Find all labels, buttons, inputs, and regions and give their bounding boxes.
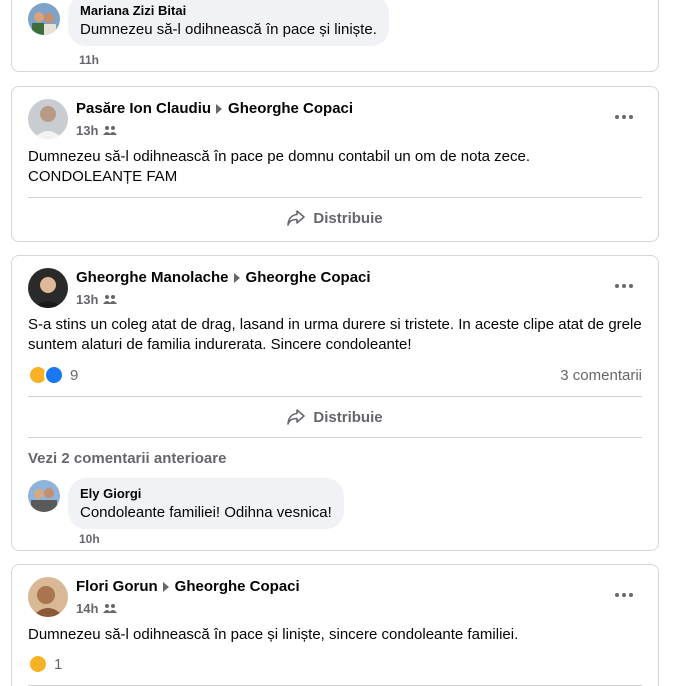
- avatar[interactable]: [28, 99, 68, 139]
- more-dots-icon: [615, 593, 619, 597]
- view-previous-comments-link[interactable]: Vezi 2 comentarii anterioare: [28, 450, 226, 467]
- post-time[interactable]: 14h: [76, 601, 98, 616]
- more-options-button[interactable]: [614, 276, 634, 296]
- sad-reaction-icon: [28, 654, 48, 674]
- post-text: S-a stins un coleg atat de drag, lasand …: [28, 316, 642, 353]
- comment-time[interactable]: 11h: [79, 53, 99, 67]
- post-text: Dumnezeu să-l odihnească în pace pe domn…: [28, 148, 530, 185]
- reactions-summary[interactable]: 1: [28, 654, 62, 674]
- like-reaction-icon: [44, 365, 64, 385]
- post-target[interactable]: Gheorghe Copaci: [228, 100, 353, 117]
- comment-card-top: Mariana Zizi Bitai Dumnezeu să-l odihnea…: [11, 0, 659, 72]
- avatar[interactable]: [28, 577, 68, 617]
- post-time[interactable]: 13h: [76, 123, 98, 138]
- post-text: Dumnezeu să-l odihnească în pace și lini…: [28, 626, 519, 643]
- post-target[interactable]: Gheorghe Copaci: [175, 578, 300, 595]
- divider: [28, 437, 642, 438]
- share-button[interactable]: Distribuie: [12, 208, 658, 228]
- reaction-count: 1: [54, 655, 63, 673]
- arrow-right-icon: [216, 103, 223, 114]
- divider: [28, 197, 642, 198]
- post-author[interactable]: Pasăre Ion Claudiu: [76, 100, 211, 117]
- share-label: Distribuie: [313, 408, 383, 426]
- arrow-right-icon: [162, 581, 169, 592]
- reactions-summary[interactable]: 9: [28, 365, 78, 385]
- comment-author[interactable]: Ely Giorgi: [80, 486, 332, 501]
- post-time[interactable]: 13h: [76, 292, 98, 307]
- comment-bubble[interactable]: Mariana Zizi Bitai Dumnezeu să-l odihnea…: [68, 0, 389, 46]
- avatar[interactable]: [28, 268, 68, 308]
- share-arrow-icon: [287, 210, 306, 226]
- more-options-button[interactable]: [614, 585, 634, 605]
- avatar[interactable]: [28, 3, 60, 35]
- comment-author[interactable]: Mariana Zizi Bitai: [80, 3, 377, 18]
- group-icon: [103, 292, 118, 307]
- share-arrow-icon: [287, 409, 306, 425]
- reaction-count: 9: [70, 366, 79, 384]
- comments-count[interactable]: 3 comentarii: [560, 367, 642, 384]
- share-button[interactable]: Distribuie: [12, 407, 658, 427]
- more-dots-icon: [615, 115, 619, 119]
- avatar[interactable]: [28, 480, 60, 512]
- share-label: Distribuie: [313, 209, 383, 227]
- post-card: Flori Gorun Gheorghe Copaci 14h Dumnezeu…: [11, 564, 659, 686]
- divider: [28, 396, 642, 397]
- comment-text: Dumnezeu să-l odihnească în pace și lini…: [80, 21, 377, 38]
- more-dots-icon: [615, 284, 619, 288]
- post-card: Pasăre Ion Claudiu Gheorghe Copaci 13h D…: [11, 86, 659, 242]
- comment-time[interactable]: 10h: [79, 532, 100, 546]
- comment-bubble[interactable]: Ely Giorgi Condoleante familiei! Odihna …: [68, 478, 344, 529]
- arrow-right-icon: [233, 272, 240, 283]
- post-target[interactable]: Gheorghe Copaci: [246, 269, 371, 286]
- comment-text: Condoleante familiei! Odihna vesnica!: [80, 504, 332, 521]
- group-icon: [103, 601, 118, 616]
- more-options-button[interactable]: [614, 107, 634, 127]
- post-author[interactable]: Gheorghe Manolache: [76, 269, 229, 286]
- post-card: Gheorghe Manolache Gheorghe Copaci 13h S…: [11, 255, 659, 551]
- group-icon: [103, 123, 118, 138]
- post-author[interactable]: Flori Gorun: [76, 578, 158, 595]
